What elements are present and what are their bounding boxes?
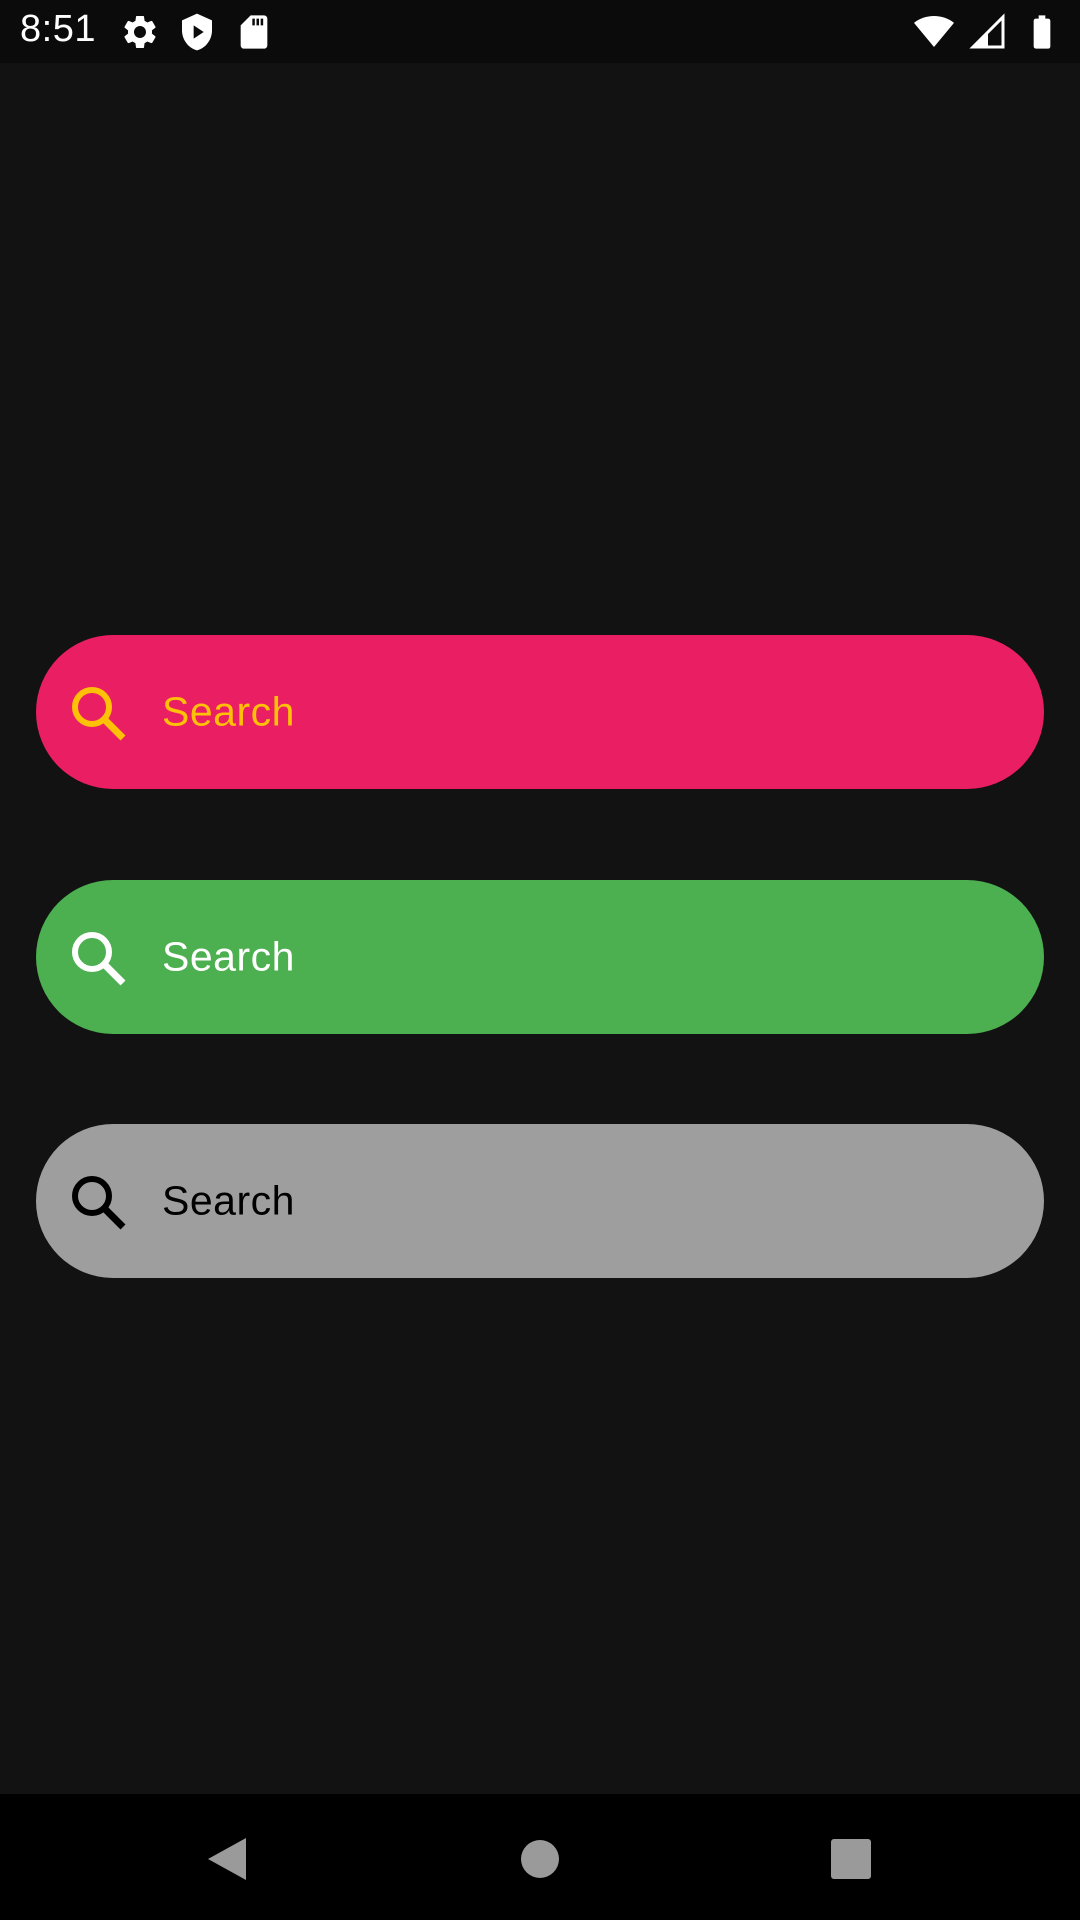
wifi-icon [914, 16, 954, 47]
search-bar-pink[interactable]: Search [36, 635, 1044, 789]
status-time: 8:51 [20, 8, 96, 50]
search-placeholder: Search [162, 688, 295, 735]
search-icon [68, 1172, 128, 1232]
status-notification-icons [120, 12, 274, 52]
main-content: Search Search Search [0, 63, 1080, 1794]
cell-signal-icon [969, 13, 1005, 49]
search-placeholder: Search [162, 933, 295, 980]
battery-icon [1033, 15, 1051, 49]
search-icon [68, 928, 128, 988]
search-bar-green[interactable]: Search [36, 880, 1044, 1034]
sd-card-icon [240, 15, 268, 49]
shield-play-icon [182, 13, 212, 51]
status-system-icons [914, 12, 1062, 52]
status-bar: 8:51 [0, 0, 1080, 63]
navigation-bar [0, 1794, 1080, 1920]
search-bar-grey[interactable]: Search [36, 1124, 1044, 1278]
back-icon[interactable] [190, 1824, 260, 1894]
search-placeholder: Search [162, 1177, 295, 1224]
gear-icon [124, 15, 156, 48]
home-icon[interactable] [505, 1824, 575, 1894]
recents-icon[interactable] [816, 1824, 886, 1894]
search-icon [68, 683, 128, 743]
